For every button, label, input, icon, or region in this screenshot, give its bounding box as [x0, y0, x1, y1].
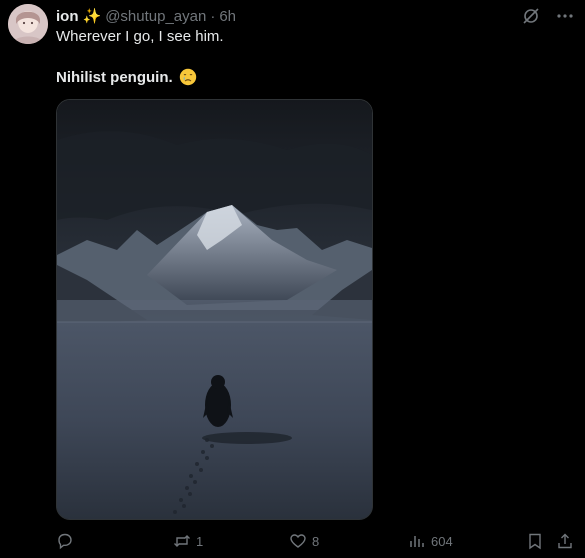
- views-count: 604: [431, 533, 453, 549]
- separator-dot: ·: [210, 7, 216, 25]
- bookmark-button[interactable]: [526, 532, 544, 550]
- user-handle[interactable]: @shutup_ayan: [105, 8, 206, 25]
- repost-button[interactable]: 1: [173, 532, 203, 550]
- views-button[interactable]: 604: [408, 532, 453, 550]
- repost-count: 1: [196, 533, 204, 549]
- crying-face-icon: [179, 68, 196, 86]
- views-icon: [410, 536, 424, 547]
- more-icon[interactable]: [555, 6, 575, 26]
- reply-icon: [58, 533, 72, 550]
- like-count: 8: [312, 533, 320, 549]
- reply-button[interactable]: [56, 532, 79, 550]
- avatar-icon: [8, 4, 48, 44]
- tweet-text-line-2: Nihilist penguin.: [56, 68, 197, 86]
- heart-icon: [290, 534, 306, 548]
- repost-icon: [174, 535, 190, 547]
- tweet-header: ion ✨ @shutup_ayan · 6h: [56, 6, 236, 26]
- top-actions: [521, 6, 575, 26]
- tweet-text-bold: Nihilist penguin.: [56, 68, 173, 86]
- like-button[interactable]: 8: [289, 532, 319, 550]
- tweet-actions: 1 8 604: [56, 530, 575, 552]
- tweet-timestamp[interactable]: 6h: [219, 8, 236, 25]
- tweet-image[interactable]: [56, 99, 373, 520]
- bookmark-icon: [529, 533, 541, 550]
- penguin-photo: [57, 100, 372, 519]
- avatar[interactable]: [8, 4, 48, 44]
- share-button[interactable]: [556, 532, 574, 550]
- tweet-text-line-1: Wherever I go, I see him.: [56, 28, 224, 45]
- sparkle-icon: ✨: [82, 8, 102, 25]
- grok-icon[interactable]: [521, 6, 541, 26]
- share-icon: [558, 533, 572, 549]
- display-name[interactable]: ion: [56, 8, 79, 25]
